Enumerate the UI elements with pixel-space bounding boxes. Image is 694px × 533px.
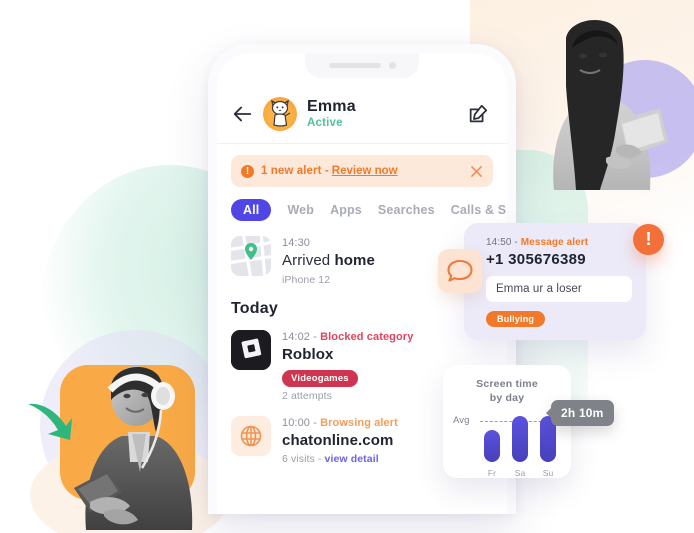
tab-apps[interactable]: Apps (330, 203, 362, 217)
globe-icon (231, 415, 271, 456)
close-x-icon[interactable] (470, 165, 483, 178)
exclamation-badge-icon: ! (633, 224, 664, 255)
tick-label: Sa (514, 468, 526, 479)
edit-pencil-icon[interactable] (467, 103, 489, 125)
axis-tick-su: Su (539, 464, 557, 478)
sender-phone-number: +1 305676389 (486, 251, 586, 268)
event-title: Arrived home (282, 251, 375, 271)
screenshot-canvas: Emma Active ! 1 new alert - Review now A… (0, 0, 694, 533)
bar-group (483, 414, 557, 463)
tab-searches[interactable]: Searches (378, 203, 435, 217)
chart-title-line1: Screen time (476, 378, 538, 390)
blocked-category-label: Blocked category (320, 330, 414, 343)
bar-column-sa (511, 416, 529, 463)
event-time: 14:02 (282, 330, 311, 343)
front-camera (388, 62, 396, 69)
profile-status: Active (307, 117, 343, 129)
tab-calls-sms[interactable]: Calls & S (451, 203, 507, 217)
message-meta: 14:50 - Message alert (486, 237, 632, 248)
alert-banner-text: 1 new alert - (261, 165, 329, 177)
back-arrow-icon[interactable] (231, 103, 253, 125)
map-thumbnail-icon (231, 236, 271, 276)
attempts-count: 2 attempts (282, 389, 333, 402)
profile-name: Emma (307, 97, 356, 115)
event-title-bold: home (334, 252, 375, 270)
chart-plot-area: Avg Fr Sa Su (453, 412, 561, 478)
bullying-chip: Bullying (486, 311, 546, 327)
axis-tick-sa: Sa (511, 464, 529, 478)
tab-all[interactable]: All (231, 199, 272, 221)
bar-sa (512, 416, 528, 463)
meta-separator: - (313, 416, 317, 429)
message-alert-label: Message alert (520, 237, 589, 248)
bar-axis-labels: Fr Sa Su (483, 464, 557, 478)
bar-column-fr (483, 430, 501, 463)
message-text-bubble: Emma ur a loser (486, 276, 632, 302)
list-item-body: 10:00 - Browsing alert chatonline.com 6 … (282, 416, 398, 466)
message-time: 14:50 (486, 237, 512, 248)
bar-fr (484, 430, 500, 463)
tab-web[interactable]: Web (287, 203, 314, 217)
alert-badge-icon: ! (241, 164, 254, 178)
tab-bar: All Web Apps Searches Calls & S (217, 187, 507, 232)
tick-label: Su (542, 468, 554, 479)
speaker-grill (328, 63, 381, 68)
day-divider: Today (231, 299, 278, 317)
device-name: iPhone 12 (282, 273, 331, 286)
woman-with-tablet-photo (553, 20, 668, 190)
event-title: chatonline.com (282, 431, 394, 449)
event-title-prefix: Arrived (282, 252, 335, 270)
visits-count: 6 visits - view detail (282, 453, 398, 465)
category-chip: Videogames (282, 369, 358, 387)
browsing-alert-label: Browsing alert (320, 416, 398, 429)
chat-bubble-icon (438, 249, 482, 293)
review-now-link[interactable]: Review now (332, 165, 398, 177)
meta-separator: - (514, 237, 518, 248)
tick-label: Fr (487, 468, 497, 479)
event-meta: 10:00 - Browsing alert (282, 416, 398, 430)
avatar[interactable] (263, 97, 297, 131)
screen-time-tooltip: 2h 10m (546, 400, 614, 426)
meta-separator: - (313, 330, 317, 343)
event-meta: 14:02 - Blocked category (282, 330, 413, 344)
chart-title: Screen time by day (453, 377, 561, 405)
view-detail-link[interactable]: view detail (325, 453, 379, 465)
phone-notch (305, 53, 419, 78)
visits-text: 6 visits - (282, 453, 325, 466)
roblox-app-icon (231, 329, 271, 370)
alert-banner[interactable]: ! 1 new alert - Review now (231, 155, 493, 187)
girl-with-headphones-photo (74, 366, 193, 530)
list-item-body: 14:30 Arrived home iPhone 12 (282, 236, 375, 286)
event-title: Roblox (282, 346, 334, 364)
average-label: Avg (453, 415, 470, 427)
event-time: 14:30 (282, 237, 311, 249)
message-alert-card[interactable]: 14:50 - Message alert +1 305676389 Emma … (438, 223, 646, 340)
cat-avatar-icon (271, 99, 291, 127)
list-item-body: 14:02 - Blocked category Roblox Videogam… (282, 330, 413, 402)
event-time: 10:00 (282, 416, 311, 429)
chart-title-line2: by day (489, 392, 525, 405)
axis-tick-fr: Fr (483, 464, 501, 478)
profile-info: Emma Active (307, 98, 356, 131)
